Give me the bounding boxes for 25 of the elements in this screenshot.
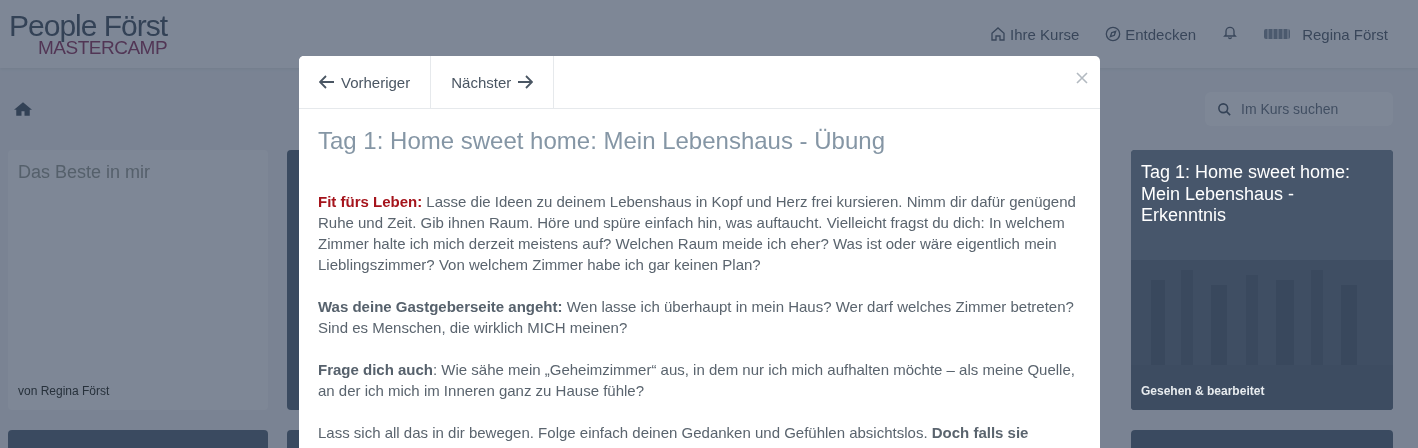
previous-button[interactable]: Vorheriger — [299, 56, 432, 108]
logo-name: People Först — [9, 11, 168, 41]
compass-icon — [1105, 26, 1122, 42]
nav-link[interactable]: Ihre Kurse — [990, 25, 1080, 43]
avatar-icon — [1264, 29, 1291, 39]
arrow-left-icon — [319, 75, 335, 89]
close-button[interactable] — [1076, 72, 1088, 84]
search-field[interactable]: Im Kurs suchen — [1205, 92, 1393, 126]
home-icon — [14, 101, 32, 117]
card-status: Gesehen & bearbeitet — [1141, 384, 1266, 398]
card-author: von Regina Först — [18, 384, 111, 398]
home-icon — [990, 26, 1007, 42]
search-icon — [1217, 102, 1232, 117]
course-card[interactable]: Tag 1: Home sweet home: Mein Lebenshaus - Erkenntnis Gesehen & bearbeitet — [1131, 150, 1393, 410]
card-title: Tag 1: Home sweet home: Mein Lebenshaus - Erkenntnis — [1141, 162, 1352, 227]
logo[interactable]: People Först MASTERCAMP — [9, 11, 168, 57]
nav-link[interactable]: Entdecken — [1105, 25, 1197, 43]
paragraph: Fit fürs Leben: Lasse die Ideen zu deinem Lebenshaus in Kopf und Herz frei kursieren. Nimm dir dafür genügend Ruhe und Zeit. Gib ihnen Raum. Höre und spüre einfach hin, was auftaucht. Vielleicht fragst du dich: In welchem Zimmer halte ich mich derzeit meistens auf? Welchen Raum meide ich eher? Was ist oder wäre eigentlich mein Lieblingszimmer? Von welchem Zimmer habe ich gar keinen Plan? — [318, 192, 1077, 275]
paragraph: Lass sich all das in dir bewegen. Folge einfach deinen Gedanken und Gefühlen absichtslos. Doch falls sie — [318, 423, 1030, 443]
lesson-title: Tag 1: Home sweet home: Mein Lebenshaus - Übung — [318, 127, 886, 155]
nav-link[interactable]: Regina Först — [1264, 25, 1388, 43]
arrow-right-icon — [517, 75, 534, 89]
paragraph: Frage dich auch: Wie sähe mein „Geheimzimmer“ aus, in dem nur ich mich aufhalten möchte – als meine Quelle, an der ich mich im Inneren ganz zu Hause fühle? — [318, 360, 1076, 401]
paragraph: Was deine Gastgeberseite angeht: Wen lasse ich überhaupt in mein Haus? Wer darf welches Zimmer betreten? Sind es Menschen, die wirklich MICH meinen? — [318, 297, 1075, 338]
bell-icon — [1222, 24, 1239, 40]
